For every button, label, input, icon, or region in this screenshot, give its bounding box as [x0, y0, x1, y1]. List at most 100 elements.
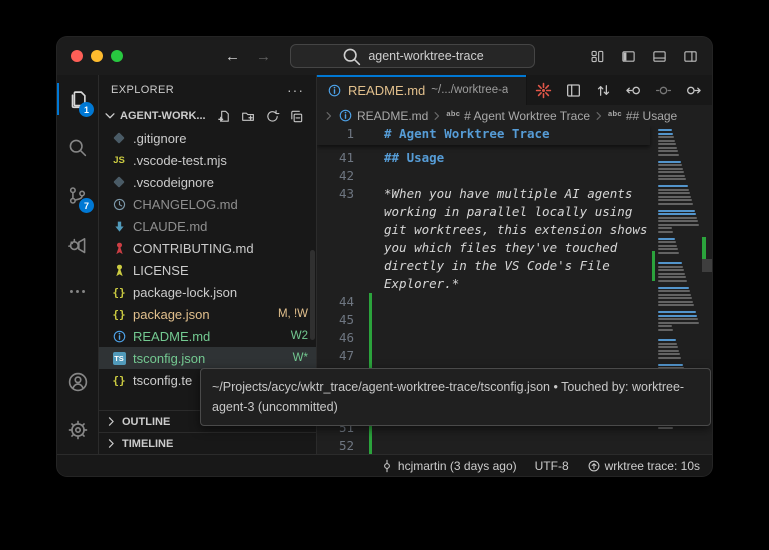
minimap-line	[658, 276, 686, 278]
minimap-line	[658, 297, 692, 299]
screen: ← → agent-worktree-trace 1 7 EXPLORER ···	[0, 0, 769, 550]
activity-item-search[interactable]	[57, 123, 98, 171]
symbol-string-icon: abc	[446, 111, 460, 120]
current-change-button[interactable]	[655, 82, 672, 99]
open-changes-button[interactable]	[595, 82, 612, 99]
minimize-button[interactable]	[91, 50, 103, 62]
vscode-window: ← → agent-worktree-trace 1 7 EXPLORER ···	[57, 37, 712, 476]
braces-icon: {}	[111, 286, 127, 299]
minimap-line	[658, 192, 690, 194]
minimap-line	[658, 266, 683, 268]
status-item-git-blame[interactable]: hcjmartin (3 days ago)	[380, 459, 517, 473]
refresh-icon[interactable]	[265, 109, 280, 124]
sticky-scroll-line[interactable]: 1 # Agent Worktree Trace	[317, 126, 650, 145]
minimap-line	[658, 196, 691, 198]
clock-icon	[111, 197, 127, 212]
code-line-52[interactable]: 52	[317, 437, 650, 454]
code-line-46[interactable]: 46	[317, 329, 650, 347]
previous-change-button[interactable]	[625, 82, 642, 99]
code-line-45[interactable]: 45	[317, 311, 650, 329]
minimap-line	[658, 238, 675, 240]
sticky-line-text: # Agent Worktree Trace	[384, 126, 650, 145]
next-change-button[interactable]	[685, 82, 702, 99]
layout-grid-icon[interactable]	[590, 49, 605, 64]
activity-item-source-control[interactable]: 7	[57, 171, 98, 219]
gutter-change-indicator	[369, 347, 372, 365]
activity-item-more-views[interactable]	[57, 267, 98, 315]
explorer-title: EXPLORER	[111, 84, 174, 96]
ignore-diamond-icon	[111, 178, 127, 186]
tab-description: ~/.../worktree-a	[431, 84, 508, 96]
sidebar-scrollbar[interactable]	[310, 250, 315, 340]
file-name: .vscodeignore	[133, 175, 214, 190]
minimap-line	[658, 217, 697, 219]
code-line-44[interactable]: 44	[317, 293, 650, 311]
history-forward-icon[interactable]: →	[256, 48, 271, 65]
breadcrumb-item[interactable]: README.md	[338, 108, 428, 123]
activity-item-explorer[interactable]: 1	[57, 75, 98, 123]
tooltip-text: ~/Projects/acyc/wktr_trace/agent-worktre…	[212, 380, 684, 414]
line-number: 43	[317, 185, 369, 293]
file-name: .gitignore	[133, 131, 186, 146]
new-file-icon[interactable]	[217, 109, 232, 124]
maximize-button[interactable]	[111, 50, 123, 62]
code-line-47[interactable]: 47	[317, 347, 650, 365]
ts-icon: TS	[111, 352, 127, 365]
file-name: CONTRIBUTING.md	[133, 241, 254, 256]
extension-burst-button[interactable]	[535, 82, 552, 99]
minimap-line	[658, 311, 696, 313]
history-back-icon[interactable]: ←	[225, 48, 240, 65]
breadcrumb-item[interactable]: abc # Agent Worktree Trace	[446, 109, 590, 123]
layout-bottom-icon[interactable]	[652, 49, 667, 64]
crumb-chevron-icon	[431, 110, 443, 122]
activity-item-settings[interactable]	[57, 406, 98, 454]
file-row-tsconfig.json[interactable]: TStsconfig.jsonW*	[99, 347, 316, 369]
scrollbar-slider[interactable]	[702, 259, 712, 272]
collapse-all-icon[interactable]	[289, 109, 304, 124]
file-name: tsconfig.json	[133, 351, 205, 366]
ignore-diamond-icon	[111, 134, 127, 142]
command-center-search[interactable]: agent-worktree-trace	[290, 44, 535, 68]
activity-item-accounts[interactable]	[57, 358, 98, 406]
code-line-41[interactable]: 41## Usage	[317, 149, 650, 167]
workspace-name: AGENT-WORK...	[120, 110, 206, 122]
breadcrumb-item[interactable]: abc ## Usage	[608, 109, 677, 123]
chevron-right-icon	[105, 437, 118, 450]
layout-right-icon[interactable]	[683, 49, 698, 64]
symbol-string-icon: abc	[608, 111, 622, 120]
explorer-more-icon[interactable]: ···	[287, 82, 304, 98]
new-folder-icon[interactable]	[241, 109, 256, 124]
tab-readme[interactable]: README.md ~/.../worktree-a	[317, 75, 527, 105]
status-item-encoding[interactable]: UTF-8	[535, 459, 569, 473]
code-line-43[interactable]: 43*When you have multiple AI agents work…	[317, 185, 650, 293]
minimap-line	[658, 318, 698, 320]
minimap-line	[658, 136, 674, 138]
file-row-package-lock.json[interactable]: {} package-lock.json	[99, 281, 316, 303]
breadcrumb-label: # Agent Worktree Trace	[464, 109, 590, 123]
explorer-section-header[interactable]: AGENT-WORK...	[99, 105, 316, 127]
file-row-.gitignore[interactable]: .gitignore	[99, 127, 316, 149]
file-row-claude.md[interactable]: CLAUDE.md	[99, 215, 316, 237]
file-row-.vscodeignore[interactable]: .vscodeignore	[99, 171, 316, 193]
minimap-line	[658, 315, 697, 317]
activity-item-run-and-debug[interactable]	[57, 219, 98, 267]
open-preview-button[interactable]	[565, 82, 582, 99]
status-item-worktree-trace[interactable]: wrktree trace: 10s	[587, 459, 700, 473]
file-row-changelog.md[interactable]: CHANGELOG.md	[99, 193, 316, 215]
file-row-.vscode-test.mjs[interactable]: JS.vscode-test.mjs	[99, 149, 316, 171]
file-row-package.json[interactable]: {}package.jsonM, !W	[99, 303, 316, 325]
line-text	[384, 167, 650, 185]
activity-badge: 1	[79, 102, 94, 117]
file-row-contributing.md[interactable]: CONTRIBUTING.md	[99, 237, 316, 259]
breadcrumb-label: ## Usage	[626, 109, 677, 123]
minimap-line	[658, 357, 681, 359]
file-name: package-lock.json	[133, 285, 237, 300]
minimap-line	[658, 161, 681, 163]
file-row-license[interactable]: LICENSE	[99, 259, 316, 281]
close-button[interactable]	[71, 50, 83, 62]
code-line-42[interactable]: 42	[317, 167, 650, 185]
braces-icon: {}	[111, 374, 127, 387]
file-row-readme.md[interactable]: README.mdW2	[99, 325, 316, 347]
timeline-panel-header[interactable]: TIMELINE	[99, 432, 316, 454]
layout-left-icon[interactable]	[621, 49, 636, 64]
